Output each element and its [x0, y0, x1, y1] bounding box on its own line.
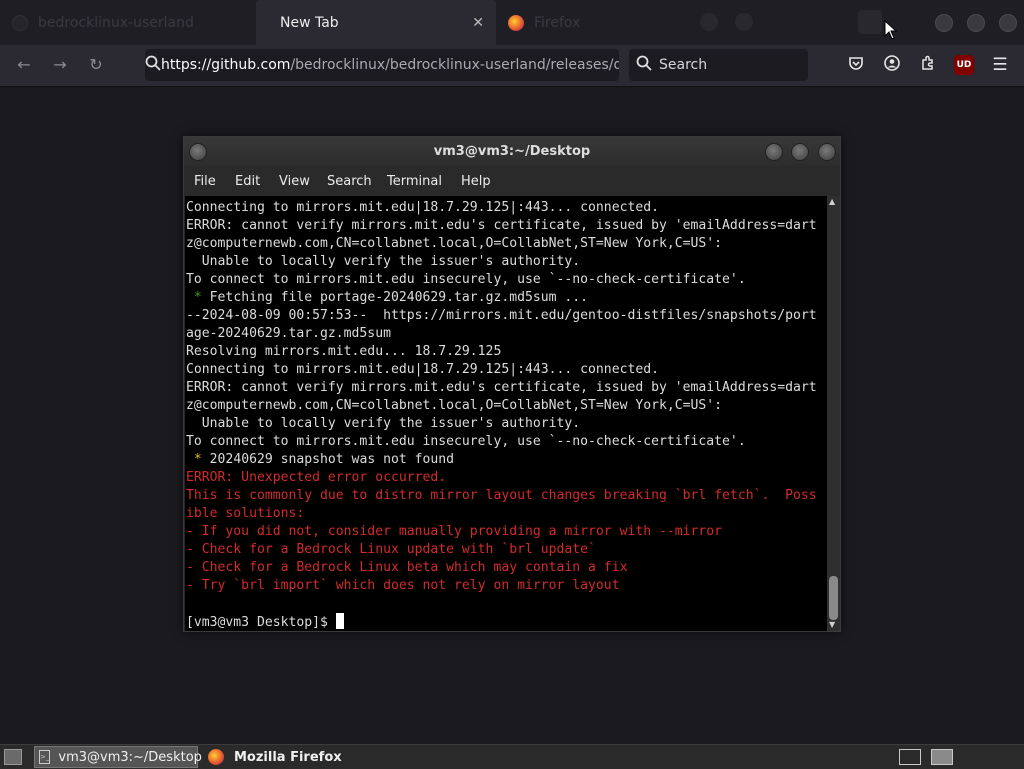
menu-view[interactable]: View: [279, 174, 310, 189]
terminal-line: To connect to mirrors.mit.edu insecurely…: [186, 434, 746, 449]
terminal-prompt[interactable]: [vm3@vm3 Desktop]$: [186, 613, 827, 631]
firefox-icon: [508, 14, 524, 31]
terminal-line: Connecting to mirrors.mit.edu|18.7.29.12…: [186, 200, 659, 215]
terminal-scrollbar[interactable]: ▲ ▼: [827, 196, 840, 631]
tab-label: bedrocklinux-userland: [38, 14, 194, 31]
new-tab-icon[interactable]: [735, 13, 753, 31]
terminal-menubar: File Edit View Search Terminal Help: [184, 167, 840, 196]
mouse-cursor-icon: [884, 20, 898, 40]
list-tabs-icon[interactable]: [700, 13, 718, 31]
scroll-up-arrow-icon[interactable]: ▲: [829, 197, 835, 206]
taskbar-item-firefox[interactable]: Mozilla Firefox: [204, 746, 374, 768]
forward-arrow-icon[interactable]: →: [50, 55, 70, 74]
close-icon[interactable]: ✕: [472, 15, 484, 31]
terminal-line: This is commonly due to distro mirror la…: [186, 488, 817, 503]
workspace-1[interactable]: [899, 749, 921, 765]
terminal-line: - Check for a Bedrock Linux update with …: [186, 542, 596, 557]
maximize-icon[interactable]: [967, 14, 985, 32]
taskbar-item-terminal[interactable]: >_ vm3@vm3:~/Desktop: [34, 746, 202, 768]
terminal-output[interactable]: Connecting to mirrors.mit.edu|18.7.29.12…: [185, 196, 827, 631]
tab-label: Firefox: [534, 14, 581, 31]
taskbar-item-label: vm3@vm3:~/Desktop: [58, 749, 202, 765]
firefox-icon: [208, 749, 224, 765]
tab-github[interactable]: bedrocklinux-userland: [0, 0, 256, 45]
search-placeholder: Search: [659, 57, 708, 73]
maximize-icon[interactable]: [791, 143, 809, 161]
terminal-line: * 20240629 snapshot was not found: [193, 452, 455, 467]
menu-help[interactable]: Help: [461, 174, 491, 189]
url-bar[interactable]: https://github.com/bedrocklinux/bedrockl…: [145, 49, 619, 81]
close-icon[interactable]: [818, 143, 836, 161]
terminal-line: z@computernewb.com,CN=collabnet.local,O=…: [186, 236, 723, 251]
url-path: /bedrocklinux/bedrocklinux-userland/rele…: [290, 57, 619, 73]
scroll-down-arrow-icon[interactable]: ▼: [829, 620, 835, 629]
tab-overflow-icon[interactable]: [858, 10, 882, 34]
taskbar: >_ vm3@vm3:~/Desktop Mozilla Firefox: [0, 744, 1024, 769]
scroll-thumb[interactable]: [829, 576, 838, 620]
menu-terminal[interactable]: Terminal: [387, 174, 442, 189]
tab-firefox[interactable]: Firefox: [496, 0, 696, 45]
tab-label: New Tab: [280, 14, 339, 31]
url-host: https://github.com: [161, 57, 291, 73]
terminal-window: vm3@vm3:~/Desktop File Edit View Search …: [183, 136, 841, 632]
back-arrow-icon[interactable]: ←: [14, 55, 34, 74]
terminal-line: Unable to locally verify the issuer's au…: [186, 416, 581, 431]
menu-search[interactable]: Search: [327, 174, 372, 189]
menu-edit[interactable]: Edit: [235, 174, 260, 189]
terminal-line: ERROR: Unexpected error occurred.: [186, 470, 447, 485]
terminal-line: - Try `brl import` which does not rely o…: [186, 578, 620, 593]
window-title: vm3@vm3:~/Desktop: [433, 144, 591, 159]
window-menu-icon[interactable]: [189, 143, 207, 161]
terminal-line: ERROR: cannot verify mirrors.mit.edu's c…: [186, 218, 817, 233]
terminal-line: age-20240629.tar.gz.md5sum: [186, 326, 391, 341]
search-icon: [629, 55, 659, 75]
browser-tab-bar: bedrocklinux-userland New Tab ✕ Firefox: [0, 0, 1024, 45]
terminal-titlebar[interactable]: vm3@vm3:~/Desktop: [184, 137, 840, 167]
minimize-icon[interactable]: [935, 14, 953, 32]
search-box[interactable]: Search: [629, 49, 808, 81]
reload-icon[interactable]: ↻: [86, 55, 106, 74]
taskbar-item-label: Mozilla Firefox: [234, 749, 342, 765]
text-cursor: [335, 613, 344, 629]
terminal-line: Resolving mirrors.mit.edu... 18.7.29.125: [186, 344, 502, 359]
terminal-line: * Fetching file portage-20240629.tar.gz.…: [193, 290, 589, 305]
hamburger-menu-icon[interactable]: ☰: [990, 55, 1010, 75]
terminal-line: z@computernewb.com,CN=collabnet.local,O=…: [186, 398, 723, 413]
terminal-line: - Check for a Bedrock Linux beta which m…: [186, 560, 628, 575]
ublock-origin-icon[interactable]: UD: [954, 55, 974, 75]
terminal-line: Connecting to mirrors.mit.edu|18.7.29.12…: [186, 362, 659, 377]
terminal-line: ERROR: cannot verify mirrors.mit.edu's c…: [186, 380, 817, 395]
terminal-icon: >_: [39, 750, 51, 764]
applications-menu-icon[interactable]: [4, 749, 22, 765]
terminal-line: --2024-08-09 00:57:53-- https://mirrors.…: [186, 308, 817, 323]
minimize-icon[interactable]: [765, 143, 783, 161]
menu-file[interactable]: File: [194, 174, 216, 189]
terminal-line: Unable to locally verify the issuer's au…: [186, 254, 581, 269]
extensions-icon[interactable]: [918, 55, 938, 75]
github-icon: [12, 14, 28, 31]
url-text: https://github.com/bedrocklinux/bedrockl…: [161, 57, 619, 73]
terminal-line: - If you did not, consider manually prov…: [186, 524, 723, 539]
prompt-text: [vm3@vm3 Desktop]$: [186, 615, 336, 630]
pocket-icon[interactable]: [846, 55, 866, 75]
close-window-icon[interactable]: [999, 14, 1017, 32]
terminal-line: ible solutions:: [186, 506, 305, 521]
search-icon: [145, 55, 161, 75]
terminal-line: To connect to mirrors.mit.edu insecurely…: [186, 272, 746, 287]
account-icon[interactable]: [882, 55, 902, 75]
workspace-2[interactable]: [931, 749, 953, 765]
tab-new-tab[interactable]: New Tab ✕: [256, 0, 496, 45]
